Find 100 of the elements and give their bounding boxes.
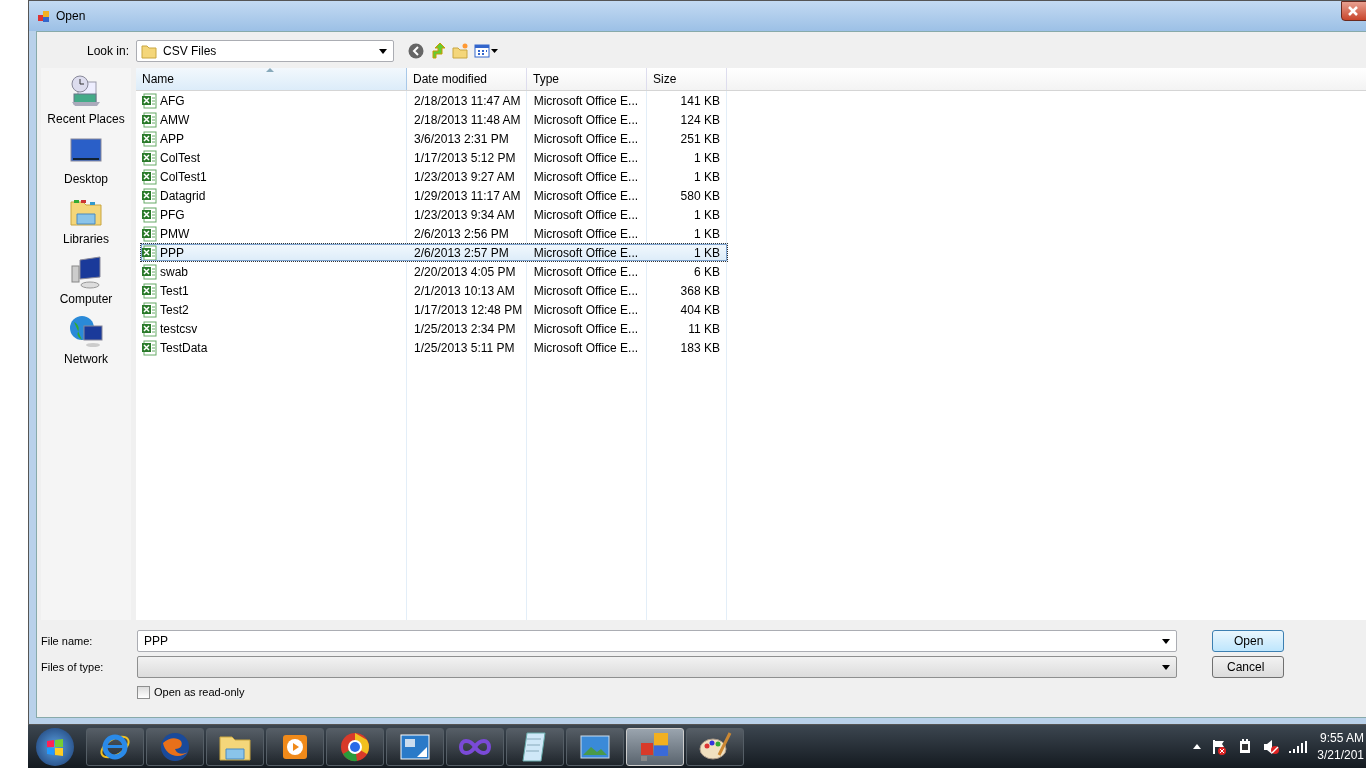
column-header[interactable]: Size bbox=[647, 68, 727, 90]
cancel-button[interactable]: Cancel bbox=[1212, 656, 1284, 678]
caret-icon bbox=[379, 48, 387, 54]
type-cell-text: Microsoft Office E... bbox=[532, 169, 640, 184]
date-cell-text: 2/6/2013 2:57 PM bbox=[413, 245, 510, 260]
spreadsheet-file-icon bbox=[141, 130, 157, 147]
size-cell-text: 1 KB bbox=[692, 226, 721, 241]
taskbar-button[interactable] bbox=[206, 727, 264, 766]
date-cell-text: 1/17/2013 12:48 PM bbox=[413, 302, 524, 317]
file-name: Test1 bbox=[160, 283, 189, 298]
read-only-checkbox[interactable] bbox=[137, 685, 150, 699]
type-cell-text: Microsoft Office E... bbox=[532, 340, 640, 355]
file-row[interactable]: PFG 1/23/2013 9:34 AM Microsoft Office E... 1 KB bbox=[140, 205, 728, 224]
file-name: ColTest bbox=[160, 150, 200, 165]
date-cell-text: 2/20/2013 4:05 PM bbox=[413, 264, 517, 279]
file-name: ColTest1 bbox=[160, 169, 207, 184]
signal-bars-icon[interactable] bbox=[1289, 740, 1308, 753]
close-icon bbox=[1348, 6, 1358, 16]
taskbar-button[interactable] bbox=[266, 727, 324, 766]
file-row[interactable]: PPP 2/6/2013 2:57 PM Microsoft Office E... 1 KB bbox=[140, 243, 728, 262]
read-only-label: Open as read-only bbox=[154, 686, 245, 698]
file-name: Test2 bbox=[160, 302, 189, 317]
place-item[interactable]: Libraries bbox=[41, 194, 131, 254]
date-cell-text: 1/29/2013 11:17 AM bbox=[413, 188, 522, 203]
taskbar-button[interactable] bbox=[506, 727, 564, 766]
taskbar-button[interactable] bbox=[566, 727, 624, 766]
spreadsheet-file-icon bbox=[141, 168, 157, 185]
taskbar-button[interactable] bbox=[326, 727, 384, 766]
file-name: Datagrid bbox=[160, 188, 206, 203]
column-header[interactable]: Name bbox=[136, 68, 407, 90]
type-cell-text: Microsoft Office E... bbox=[532, 207, 640, 222]
start-button[interactable] bbox=[36, 727, 74, 766]
look-in-dropdown[interactable]: CSV Files bbox=[136, 40, 394, 62]
type-cell-text: Microsoft Office E... bbox=[532, 150, 640, 165]
spreadsheet-file-icon bbox=[141, 149, 157, 166]
size-cell-text: 368 KB bbox=[679, 283, 721, 298]
file-name: testcsv bbox=[160, 321, 198, 336]
spreadsheet-file-icon bbox=[141, 111, 157, 128]
type-cell-text: Microsoft Office E... bbox=[532, 93, 640, 108]
file-name-field[interactable]: PPP bbox=[137, 630, 1177, 652]
file-type-label: Files of type: bbox=[41, 661, 105, 673]
place-item[interactable]: Desktop bbox=[41, 134, 131, 194]
network-place-icon bbox=[68, 314, 104, 350]
type-cell-text: Microsoft Office E... bbox=[532, 283, 640, 298]
type-cell-text: Microsoft Office E... bbox=[532, 321, 640, 336]
type-cell-text: Microsoft Office E... bbox=[532, 264, 640, 279]
computer-place-icon bbox=[68, 254, 104, 290]
spreadsheet-file-icon bbox=[141, 244, 157, 261]
type-cell-text: Microsoft Office E... bbox=[532, 112, 640, 127]
file-row[interactable]: ColTest 1/17/2013 5:12 PM Microsoft Office E... 1 KB bbox=[140, 148, 728, 167]
speaker-muted-icon[interactable] bbox=[1263, 738, 1280, 755]
file-row[interactable]: APP 3/6/2013 2:31 PM Microsoft Office E... 251 KB bbox=[140, 129, 728, 148]
date-cell-text: 1/23/2013 9:27 AM bbox=[413, 169, 516, 184]
file-row[interactable]: Datagrid 1/29/2013 11:17 AM Microsoft Office E... 580 KB bbox=[140, 186, 728, 205]
taskbar-button[interactable] bbox=[686, 727, 744, 766]
type-cell-text: Microsoft Office E... bbox=[532, 188, 640, 203]
file-name: PFG bbox=[160, 207, 185, 222]
file-row[interactable]: PMW 2/6/2013 2:56 PM Microsoft Office E... 1 KB bbox=[140, 224, 728, 243]
date-cell-text: 2/1/2013 10:13 AM bbox=[413, 283, 516, 298]
window-title: Open bbox=[56, 9, 86, 23]
file-name: APP bbox=[160, 131, 184, 146]
file-row[interactable]: AMW 2/18/2013 11:48 AM Microsoft Office E... 124 KB bbox=[140, 110, 728, 129]
size-cell-text: 1 KB bbox=[692, 207, 721, 222]
look-in-value: CSV Files bbox=[163, 44, 218, 58]
back-icon[interactable] bbox=[408, 43, 424, 59]
size-cell-text: 404 KB bbox=[679, 302, 721, 317]
file-name: PPP bbox=[160, 245, 184, 260]
file-row[interactable]: Test1 2/1/2013 10:13 AM Microsoft Office E... 368 KB bbox=[140, 281, 728, 300]
file-name: AMW bbox=[160, 112, 190, 127]
place-item[interactable]: Network bbox=[41, 314, 131, 374]
date-cell-text: 1/23/2013 9:34 AM bbox=[413, 207, 516, 222]
open-button[interactable]: Open bbox=[1212, 630, 1284, 652]
file-row[interactable]: ColTest1 1/23/2013 9:27 AM Microsoft Office E... 1 KB bbox=[140, 167, 728, 186]
view-menu-icon[interactable] bbox=[474, 43, 498, 59]
clock[interactable]: 9:55 AM 3/21/201 bbox=[1317, 729, 1364, 764]
place-item[interactable]: Recent Places bbox=[41, 74, 131, 134]
size-cell-text: 183 KB bbox=[679, 340, 721, 355]
spreadsheet-file-icon bbox=[141, 206, 157, 223]
file-row[interactable]: AFG 2/18/2013 11:47 AM Microsoft Office E... 141 KB bbox=[140, 91, 728, 110]
file-row[interactable]: Test2 1/17/2013 12:48 PM Microsoft Office E... 404 KB bbox=[140, 300, 728, 319]
flag-error-icon[interactable] bbox=[1211, 738, 1228, 755]
place-item[interactable]: Computer bbox=[41, 254, 131, 314]
column-header[interactable]: Date modified bbox=[407, 68, 527, 90]
date-cell-text: 3/6/2013 2:31 PM bbox=[413, 131, 510, 146]
spreadsheet-file-icon bbox=[141, 187, 157, 204]
file-row[interactable]: testcsv 1/25/2013 2:34 PM Microsoft Office E... 11 KB bbox=[140, 319, 728, 338]
size-cell-text: 11 KB bbox=[687, 321, 721, 336]
file-type-dropdown[interactable] bbox=[137, 656, 1177, 678]
date-cell-text: 1/25/2013 2:34 PM bbox=[413, 321, 517, 336]
file-name: swab bbox=[160, 264, 188, 279]
spreadsheet-file-icon bbox=[141, 301, 157, 318]
date-cell-text: 1/17/2013 5:12 PM bbox=[413, 150, 517, 165]
taskbar-button[interactable] bbox=[386, 727, 444, 766]
show-hidden-icons[interactable] bbox=[1193, 744, 1202, 749]
size-cell-text: 251 KB bbox=[679, 131, 721, 146]
file-row[interactable]: swab 2/20/2013 4:05 PM Microsoft Office E... 6 KB bbox=[140, 262, 728, 281]
column-header[interactable]: Type bbox=[527, 68, 647, 90]
look-in-label: Look in: bbox=[85, 44, 130, 58]
file-row[interactable]: TestData 1/25/2013 5:11 PM Microsoft Office E... 183 KB bbox=[140, 338, 728, 357]
file-name: PMW bbox=[160, 226, 190, 241]
